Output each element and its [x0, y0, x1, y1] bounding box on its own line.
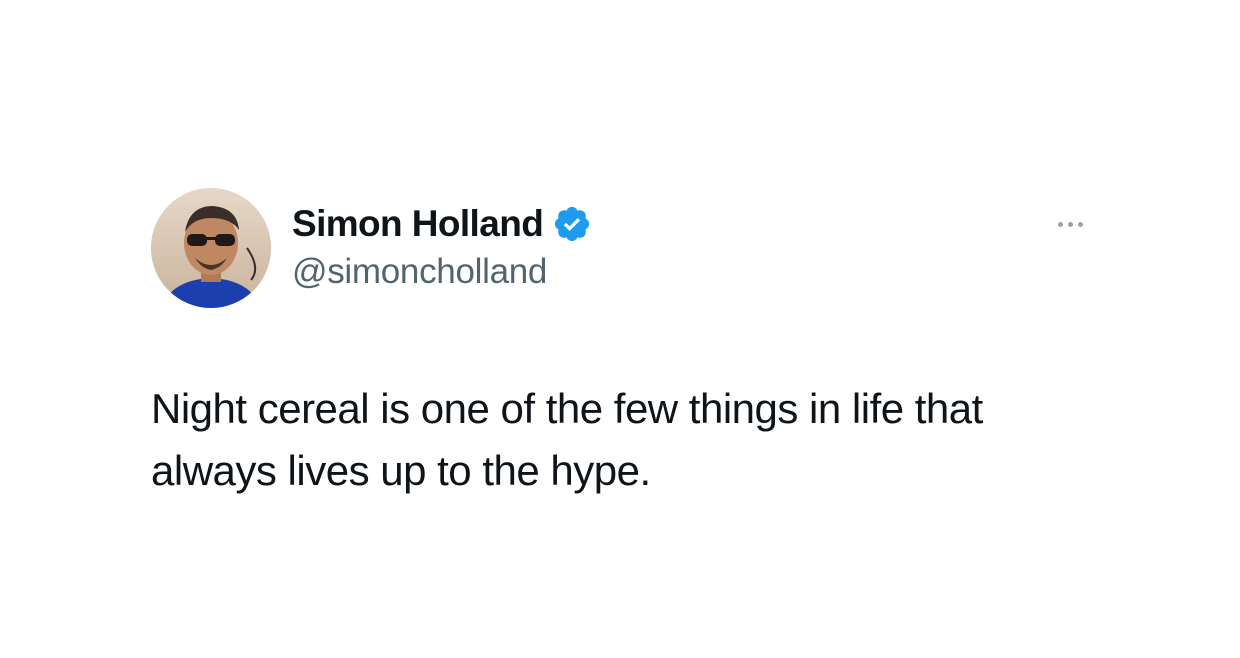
avatar[interactable]	[151, 188, 271, 308]
more-options-button[interactable]	[1050, 212, 1090, 236]
verified-badge-icon	[552, 204, 592, 244]
tweet-text: Night cereal is one of the few things in…	[151, 385, 983, 494]
author-name-row: Simon Holland	[292, 199, 592, 249]
ellipsis-icon	[1067, 221, 1073, 227]
profile-photo-icon	[151, 188, 271, 308]
tweet-card: Simon Holland @simoncholland Night cerea…	[0, 0, 1240, 658]
ellipsis-icon	[1077, 221, 1083, 227]
author-display-name[interactable]: Simon Holland	[292, 203, 544, 245]
author-handle[interactable]: @simoncholland	[292, 252, 547, 292]
ellipsis-icon	[1057, 221, 1063, 227]
